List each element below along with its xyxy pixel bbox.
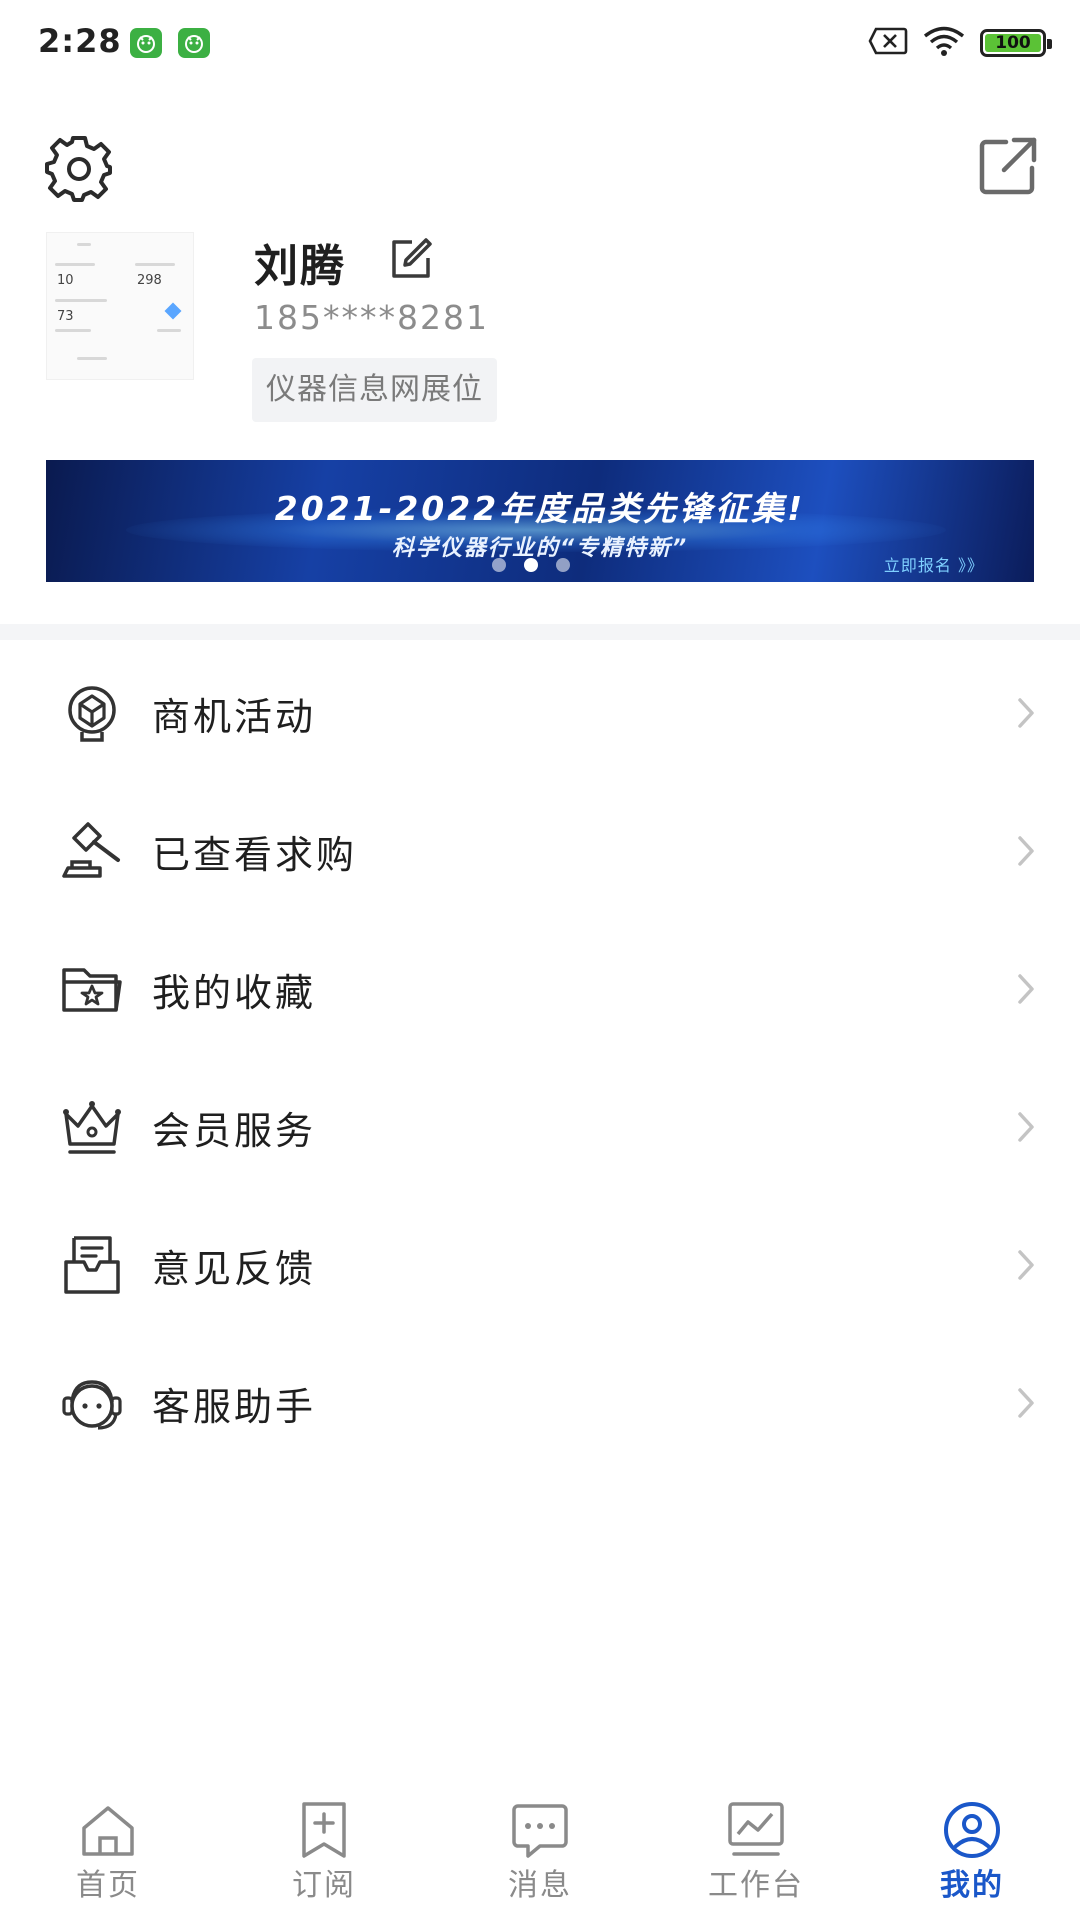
chevron-right-icon <box>1018 698 1034 728</box>
wifi-icon <box>922 25 966 61</box>
profile-menu: 商机活动 已查看求购 我的收藏 会员服务 意见反馈 客服助手 <box>0 644 1080 1472</box>
battery-icon: 100 <box>980 29 1052 57</box>
headset-icon <box>62 1380 122 1430</box>
chevron-right-icon <box>1018 1388 1034 1418</box>
workbench-icon <box>728 1802 784 1856</box>
nav-messages[interactable]: 消息 <box>432 1778 648 1920</box>
nav-label: 首页 <box>76 1868 140 1903</box>
banner-pagination <box>492 558 570 572</box>
edit-profile-button[interactable] <box>386 234 436 284</box>
banner-dot-active[interactable] <box>524 558 538 572</box>
banner-dot[interactable] <box>492 558 506 572</box>
chevron-right-icon <box>1018 974 1034 1004</box>
chevron-right-icon <box>1018 1250 1034 1280</box>
crown-icon <box>63 1101 121 1154</box>
menu-label: 商机活动 <box>152 695 317 739</box>
section-divider <box>0 624 1080 640</box>
bottom-nav: 首页 订阅 消息 工作台 我的 <box>0 1778 1080 1920</box>
nav-label: 订阅 <box>292 1868 356 1903</box>
menu-item-favorites[interactable]: 我的收藏 <box>0 920 1080 1058</box>
menu-item-feedback[interactable]: 意见反馈 <box>0 1196 1080 1334</box>
battery-level: 100 <box>995 33 1031 53</box>
share-button[interactable] <box>976 134 1040 198</box>
feedback-inbox-icon <box>64 1236 120 1294</box>
user-name: 刘腾 <box>254 241 346 292</box>
menu-item-customer-service[interactable]: 客服助手 <box>0 1334 1080 1472</box>
menu-label: 客服助手 <box>152 1385 317 1429</box>
menu-label: 意见反馈 <box>152 1247 317 1291</box>
menu-item-membership[interactable]: 会员服务 <box>0 1058 1080 1196</box>
nav-workbench[interactable]: 工作台 <box>648 1778 864 1920</box>
promo-banner[interactable]: 2021-2022年度品类先锋征集! 科学仪器行业的“专精特新” 立即报名 》》 <box>46 460 1034 582</box>
message-icon <box>512 1804 568 1858</box>
avatar-number: 298 <box>137 273 162 288</box>
avatar-number: 10 <box>57 273 74 288</box>
menu-label: 已查看求购 <box>152 833 358 877</box>
nav-home[interactable]: 首页 <box>0 1778 216 1920</box>
status-time: 2:28 <box>38 22 122 60</box>
banner-title: 2021-2022年度品类先锋征集! <box>274 489 806 528</box>
user-icon <box>944 1802 1000 1858</box>
home-icon <box>82 1806 134 1856</box>
exhibition-tag[interactable]: 仪器信息网展位 <box>252 358 497 422</box>
app-notification-icon <box>130 28 162 58</box>
menu-label: 会员服务 <box>152 1109 317 1153</box>
nav-mine[interactable]: 我的 <box>864 1778 1080 1920</box>
status-indicators: 100 <box>868 25 1052 61</box>
settings-button[interactable] <box>44 132 114 202</box>
nav-label: 消息 <box>508 1868 572 1903</box>
gear-icon <box>45 136 112 202</box>
nav-subscribe[interactable]: 订阅 <box>216 1778 432 1920</box>
star-folder-icon <box>62 968 122 1012</box>
app-notification-icon <box>178 28 210 58</box>
sim-off-icon <box>868 27 908 59</box>
nav-label: 我的 <box>940 1868 1004 1903</box>
gavel-icon <box>62 822 120 878</box>
avatar[interactable]: 10 298 73 <box>46 232 194 380</box>
chevron-right-icon <box>1018 836 1034 866</box>
business-opportunity-icon <box>68 686 116 742</box>
avatar-number: 73 <box>57 309 74 324</box>
banner-dot[interactable] <box>556 558 570 572</box>
nav-label: 工作台 <box>708 1868 804 1903</box>
edit-icon <box>392 238 432 278</box>
status-bar: 2:28 100 <box>0 0 1080 84</box>
user-phone: 185****8281 <box>254 298 489 337</box>
subscribe-icon <box>302 1802 346 1858</box>
external-link-icon <box>979 137 1037 195</box>
menu-item-viewed-purchases[interactable]: 已查看求购 <box>0 782 1080 920</box>
chevron-right-icon <box>1018 1112 1034 1142</box>
menu-label: 我的收藏 <box>152 971 317 1015</box>
menu-item-business-activities[interactable]: 商机活动 <box>0 644 1080 782</box>
banner-cta: 立即报名 》》 <box>883 556 984 575</box>
